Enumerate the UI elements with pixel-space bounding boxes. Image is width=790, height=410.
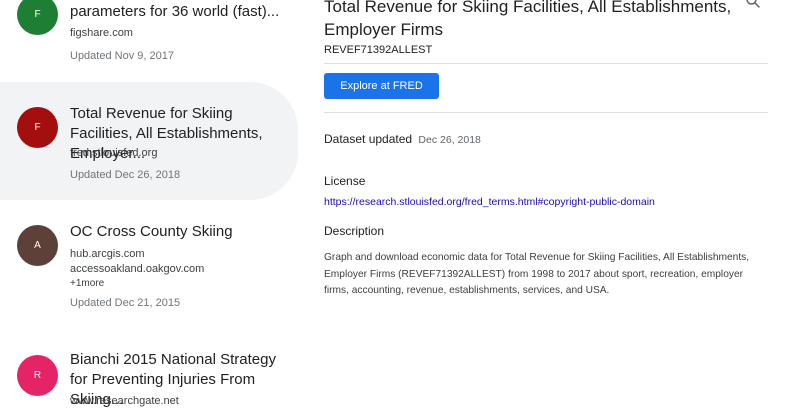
- explore-button[interactable]: Explore at FRED: [324, 73, 439, 99]
- result-title[interactable]: OC Cross County Skiing: [70, 222, 290, 242]
- result-source: figshare.com: [70, 27, 133, 39]
- result-source: accessoakland.oakgov.com: [70, 263, 205, 275]
- dataset-updated: Dataset updated Dec 26, 2018: [324, 131, 481, 148]
- result-updated: Updated Nov 9, 2017: [70, 50, 174, 62]
- result-source: hub.arcgis.com: [70, 248, 145, 260]
- avatar-letter: A: [34, 240, 41, 251]
- result-updated: Updated Dec 21, 2015: [70, 297, 181, 309]
- result-avatar: F: [17, 107, 58, 148]
- avatar-letter: F: [34, 9, 41, 20]
- result-avatar: F: [17, 0, 58, 35]
- divider: [324, 112, 768, 113]
- result-source: www.researchgate.net: [70, 395, 179, 407]
- dataset-detail-panel: Total Revenue for Skiing Facilities, All…: [324, 0, 768, 400]
- result-item[interactable]: A OC Cross County Skiing hub.arcgis.com …: [0, 210, 298, 320]
- license-link[interactable]: https://research.stlouisfed.org/fred_ter…: [324, 195, 655, 209]
- dataset-title: Total Revenue for Skiing Facilities, All…: [324, 0, 732, 39]
- result-updated: Updated Dec 26, 2018: [70, 169, 181, 181]
- description-heading: Description: [324, 224, 385, 238]
- dataset-updated-value: Dec 26, 2018: [418, 134, 481, 146]
- result-source: fred.stlouisfed.org: [70, 147, 158, 159]
- result-title[interactable]: parameters for 36 world (fast)...: [70, 2, 290, 22]
- dataset-updated-label: Dataset updated: [324, 132, 413, 146]
- results-list: F parameters for 36 world (fast)... figs…: [0, 0, 300, 408]
- result-avatar: A: [17, 225, 58, 266]
- result-item-selected[interactable]: F Total Revenue for Skiing Facilities, A…: [0, 82, 298, 200]
- avatar-letter: F: [34, 122, 41, 133]
- result-more-sources[interactable]: +1more: [70, 276, 104, 291]
- avatar-letter: R: [33, 370, 42, 381]
- search-icon[interactable]: [744, 0, 762, 10]
- result-avatar: R: [17, 355, 58, 396]
- description-text: Graph and download economic data for Tot…: [324, 252, 750, 296]
- dataset-code: REVEF71392ALLEST: [324, 44, 433, 56]
- license-heading: License: [324, 174, 366, 188]
- result-item[interactable]: F parameters for 36 world (fast)... figs…: [0, 0, 298, 80]
- divider: [324, 63, 768, 64]
